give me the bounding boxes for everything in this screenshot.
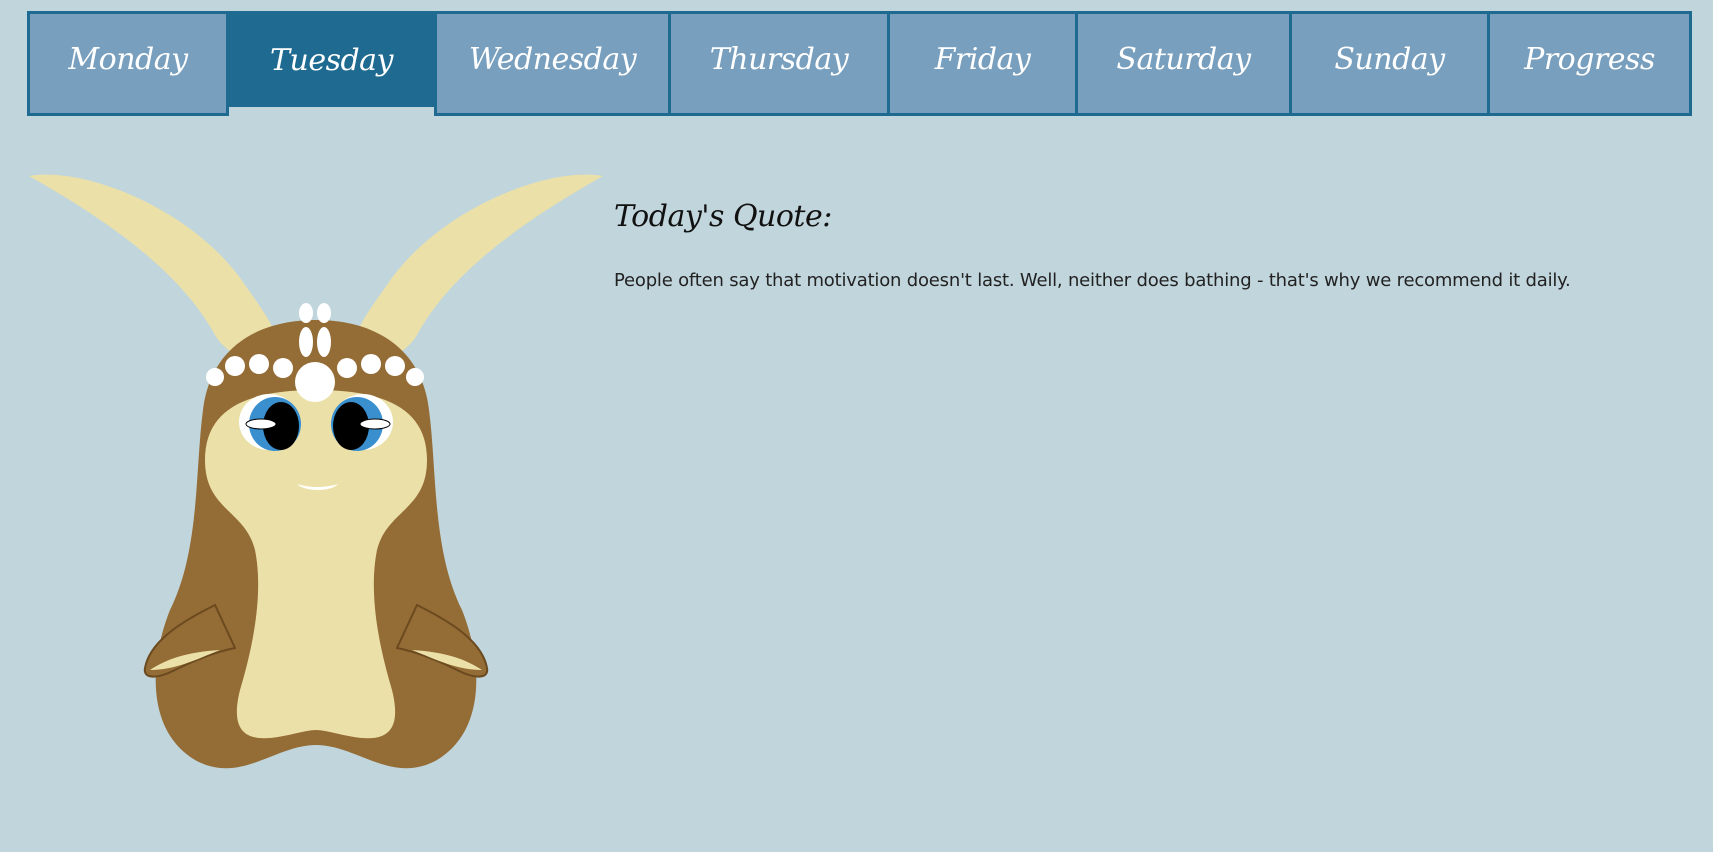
slug-creature-icon bbox=[29, 174, 603, 769]
tab-label: Sunday bbox=[1334, 42, 1445, 77]
tab-friday[interactable]: Friday bbox=[887, 11, 1078, 116]
tab-progress[interactable]: Progress bbox=[1487, 11, 1692, 116]
tab-label: Saturday bbox=[1116, 42, 1251, 77]
tab-saturday[interactable]: Saturday bbox=[1075, 11, 1292, 116]
tab-tuesday[interactable]: Tuesday bbox=[226, 11, 437, 107]
tab-sunday[interactable]: Sunday bbox=[1289, 11, 1490, 116]
quote-heading: Today's Quote: bbox=[614, 199, 832, 234]
day-tab-bar: Monday Tuesday Wednesday Thursday Friday… bbox=[27, 11, 1699, 116]
tab-label: Friday bbox=[934, 42, 1031, 77]
right-antenna bbox=[354, 174, 603, 359]
app-root: Monday Tuesday Wednesday Thursday Friday… bbox=[0, 0, 1713, 852]
tab-thursday[interactable]: Thursday bbox=[668, 11, 890, 116]
tab-label: Tuesday bbox=[269, 43, 394, 78]
tab-label: Thursday bbox=[709, 42, 849, 77]
quote-text: People often say that motivation doesn't… bbox=[614, 270, 1571, 291]
tab-label: Wednesday bbox=[468, 42, 637, 77]
tab-label: Monday bbox=[68, 42, 188, 77]
tab-label: Progress bbox=[1524, 42, 1655, 77]
tab-monday[interactable]: Monday bbox=[27, 11, 229, 116]
tab-wednesday[interactable]: Wednesday bbox=[434, 11, 671, 116]
left-antenna bbox=[29, 174, 278, 359]
